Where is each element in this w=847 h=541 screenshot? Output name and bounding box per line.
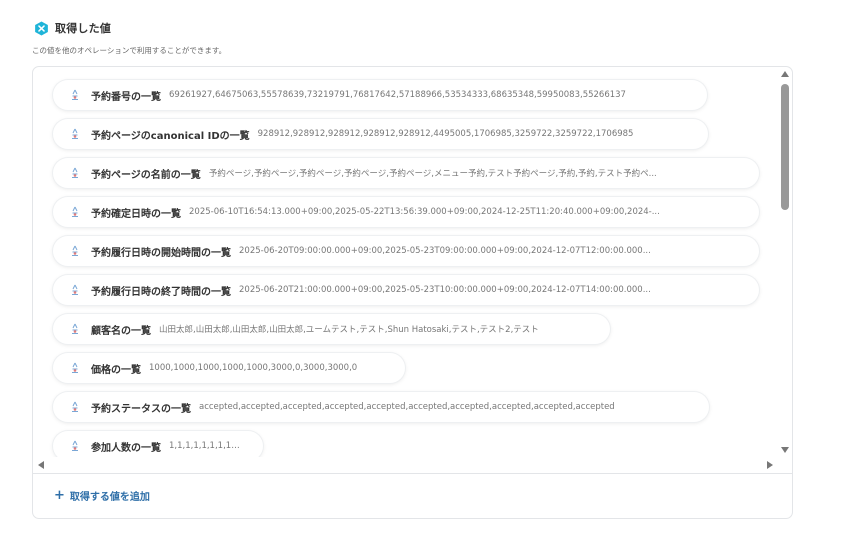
value-item-label: 予約ページの名前の一覧 <box>91 169 201 181</box>
panel-divider <box>33 473 792 474</box>
add-value-label: 取得する値を追加 <box>69 492 150 503</box>
value-item-canonical-ids[interactable]: 予約ページのcanonical IDの一覧 928912,928912,9289… <box>53 119 708 149</box>
value-item-start-times[interactable]: 予約履行日時の開始時間の一覧 2025-06-20T09:00:00.000+0… <box>53 236 759 266</box>
value-item-label: 予約ページのcanonical IDの一覧 <box>91 130 250 142</box>
value-item-label: 予約履行日時の開始時間の一覧 <box>91 247 231 259</box>
scroll-right-arrow-icon[interactable] <box>767 461 773 469</box>
value-item-prices[interactable]: 価格の一覧 1000,1000,1000,1000,1000,3000,0,30… <box>53 353 405 383</box>
value-item-confirmed-datetimes[interactable]: 予約確定日時の一覧 2025-06-10T16:54:13.000+09:00,… <box>53 197 759 227</box>
section-subtitle: この値を他のオペレーションで利用することができます。 <box>32 46 227 55</box>
scroll-left-arrow-icon[interactable] <box>38 461 44 469</box>
value-item-value: 予約ページ,予約ページ,予約ページ,予約ページ,予約ページ,メニュー予約,テスト… <box>208 169 657 179</box>
value-item-label: 予約確定日時の一覧 <box>91 208 181 220</box>
variable-icon <box>72 440 78 451</box>
variable-icon <box>72 167 78 178</box>
app-logo-icon <box>35 20 48 36</box>
obtained-values-section: 取得した値 この値を他のオペレーションで利用することができます。 予約番号の一覧… <box>0 0 847 541</box>
value-item-value: 山田太郎,山田太郎,山田太郎,山田太郎,ユームテスト,テスト,Shun Hato… <box>159 325 539 335</box>
value-item-label: 参加人数の一覧 <box>91 442 161 454</box>
value-item-value: accepted,accepted,accepted,accepted,acce… <box>199 402 615 412</box>
value-item-label: 予約ステータスの一覧 <box>91 403 191 415</box>
value-item-value: 928912,928912,928912,928912,928912,44950… <box>257 129 634 139</box>
variable-icon <box>72 323 78 334</box>
value-item-label: 価格の一覧 <box>91 364 141 376</box>
variable-icon <box>72 245 78 256</box>
value-item-value: 69261927,64675063,55578639,73219791,7681… <box>169 90 626 100</box>
variable-icon <box>72 362 78 373</box>
value-item-participants[interactable]: 参加人数の一覧 1,1,1,1,1,1,1,1,1,1 <box>53 431 263 457</box>
value-item-label: 予約履行日時の終了時間の一覧 <box>91 286 231 298</box>
variable-icon <box>72 206 78 217</box>
variable-icon <box>72 89 78 100</box>
horizontal-scrollbar[interactable] <box>33 457 781 472</box>
value-item-value: 2025-06-10T16:54:13.000+09:00,2025-05-22… <box>189 207 660 217</box>
section-header: 取得した値 <box>34 20 111 36</box>
vertical-scroll-thumb[interactable] <box>781 84 789 210</box>
value-item-end-times[interactable]: 予約履行日時の終了時間の一覧 2025-06-20T21:00:00.000+0… <box>53 275 759 305</box>
value-item-statuses[interactable]: 予約ステータスの一覧 accepted,accepted,accepted,ac… <box>53 392 709 422</box>
value-item-label: 予約番号の一覧 <box>91 91 161 103</box>
value-item-customer-names[interactable]: 顧客名の一覧 山田太郎,山田太郎,山田太郎,山田太郎,ユームテスト,テスト,Sh… <box>53 314 610 344</box>
value-item-value: 2025-06-20T09:00:00.000+09:00,2025-05-23… <box>239 246 651 256</box>
scroll-up-arrow-icon[interactable] <box>781 71 789 77</box>
section-title: 取得した値 <box>55 22 111 35</box>
values-list: 予約番号の一覧 69261927,64675063,55578639,73219… <box>33 67 781 457</box>
value-item-page-names[interactable]: 予約ページの名前の一覧 予約ページ,予約ページ,予約ページ,予約ページ,予約ペー… <box>53 158 759 188</box>
vertical-scrollbar[interactable] <box>779 67 791 457</box>
variable-icon <box>72 284 78 295</box>
values-panel: 予約番号の一覧 69261927,64675063,55578639,73219… <box>32 66 793 519</box>
value-item-label: 顧客名の一覧 <box>91 325 151 337</box>
add-value-button[interactable]: + 取得する値を追加 <box>54 488 150 503</box>
variable-icon <box>72 401 78 412</box>
value-item-value: 1000,1000,1000,1000,1000,3000,0,3000,300… <box>149 363 358 373</box>
value-item-value: 1,1,1,1,1,1,1,1,1,1 <box>169 441 241 451</box>
plus-icon: + <box>54 488 65 503</box>
value-item-value: 2025-06-20T21:00:00.000+09:00,2025-05-23… <box>239 285 651 295</box>
value-item-reservation-numbers[interactable]: 予約番号の一覧 69261927,64675063,55578639,73219… <box>53 80 707 110</box>
scroll-down-arrow-icon[interactable] <box>781 447 789 453</box>
variable-icon <box>72 128 78 139</box>
